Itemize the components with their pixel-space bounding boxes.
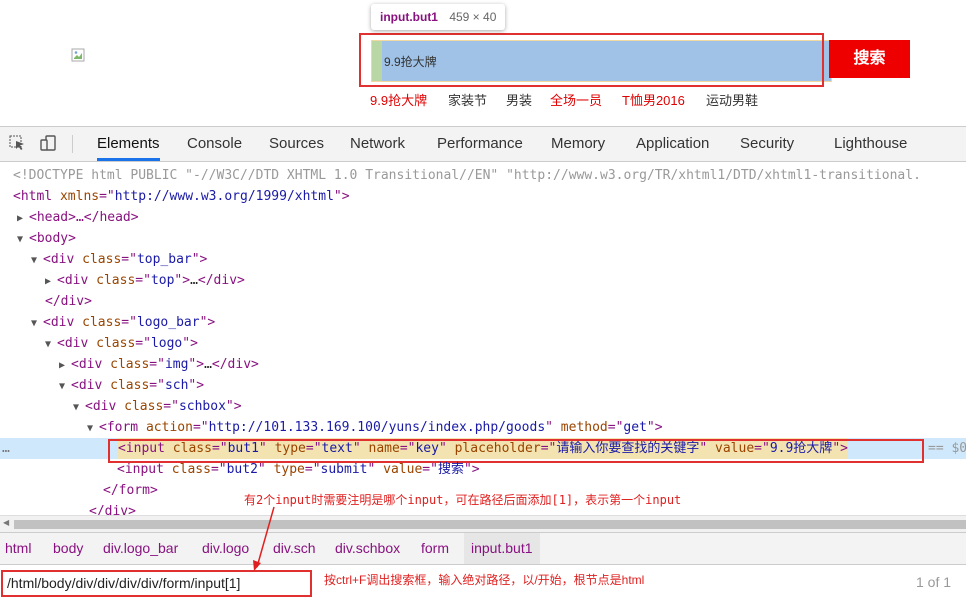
attr-value: http://101.133.169.100/yuns/index.php/go… xyxy=(208,420,546,435)
doctype-text: <!DOCTYPE html PUBLIC "-//W3C//DTD XHTML… xyxy=(13,168,921,183)
tree-line-top[interactable]: ▶ <div class="top">…</div> xyxy=(0,270,966,291)
highlight-search-input xyxy=(359,33,824,87)
attr-value: logo xyxy=(150,336,183,351)
expand-triangle-icon[interactable]: ▶ xyxy=(17,208,29,229)
attr-value: top_bar xyxy=(136,252,192,267)
row-menu-dots[interactable]: … xyxy=(2,438,10,459)
tab-console[interactable]: Console xyxy=(187,127,242,161)
collapse-triangle-icon[interactable]: ▼ xyxy=(31,313,43,334)
tree-line-logo-bar[interactable]: ▼ <div class="logo_bar"> xyxy=(0,312,966,333)
element-tooltip: input.but1 459 × 40 xyxy=(371,4,506,30)
tooltip-selector: input.but1 xyxy=(380,10,438,24)
breadcrumb: html body div.logo_bar div.logo div.sch … xyxy=(0,532,966,564)
breadcrumb-item[interactable]: html xyxy=(5,533,31,564)
breadcrumb-item-selected[interactable]: input.but1 xyxy=(464,533,540,564)
tab-elements[interactable]: Elements xyxy=(97,127,160,161)
expand-triangle-icon[interactable]: ▶ xyxy=(59,355,71,376)
attr-value: submit xyxy=(320,462,368,477)
ellipsis: … xyxy=(204,357,212,372)
tree-line-body[interactable]: ▼ <body> xyxy=(0,228,966,249)
tab-security[interactable]: Security xyxy=(740,127,794,161)
tree-line-doctype[interactable]: <!DOCTYPE html PUBLIC "-//W3C//DTD XHTML… xyxy=(0,165,966,186)
tab-memory[interactable]: Memory xyxy=(551,127,605,161)
toolbar-divider xyxy=(72,135,73,153)
attr-value: sch xyxy=(164,378,189,393)
ellipsis: … xyxy=(190,273,198,288)
breadcrumb-item[interactable]: div.schbox xyxy=(335,533,400,564)
attr-value: 搜索 xyxy=(437,462,464,477)
inspect-element-icon[interactable] xyxy=(9,135,25,151)
tree-line-input2[interactable]: <input class="but2" type="submit" value=… xyxy=(0,459,966,480)
tree-line-sch[interactable]: ▼ <div class="sch"> xyxy=(0,375,966,396)
scroll-left-icon[interactable]: ◀ xyxy=(3,518,9,527)
hot-link[interactable]: 9.9抢大牌 xyxy=(370,90,427,109)
tab-lighthouse[interactable]: Lighthouse xyxy=(834,127,907,161)
tab-application[interactable]: Application xyxy=(636,127,709,161)
scrollbar-thumb[interactable] xyxy=(14,520,966,529)
tab-sources[interactable]: Sources xyxy=(269,127,324,161)
tooltip-size: 459 × 40 xyxy=(449,10,497,24)
tree-line-logo[interactable]: ▼ <div class="logo"> xyxy=(0,333,966,354)
hot-link[interactable]: 运动男鞋 xyxy=(706,90,758,109)
breadcrumb-item[interactable]: div.logo xyxy=(202,533,249,564)
tab-performance[interactable]: Performance xyxy=(437,127,523,161)
collapse-triangle-icon[interactable]: ▼ xyxy=(59,376,71,397)
tree-line-head[interactable]: ▶ <head>…</head> xyxy=(0,207,966,228)
tag-name: body xyxy=(36,231,69,246)
annotation-note-1: 有2个input时需要注明是哪个input，可在路径后面添加[1]，表示第一个i… xyxy=(244,491,682,508)
tree-line-schbox[interactable]: ▼ <div class="schbox"> xyxy=(0,396,966,417)
tree-line-html[interactable]: <html xmlns="http://www.w3.org/1999/xhtm… xyxy=(0,186,966,207)
attr-name: xmlns xyxy=(59,189,100,204)
find-bar: /html/body/div/div/div/div/form/input[1]… xyxy=(0,564,966,603)
tree-line-img[interactable]: ▶ <div class="img">…</div> xyxy=(0,354,966,375)
tree-line-top-bar[interactable]: ▼ <div class="top_bar"> xyxy=(0,249,966,270)
expand-triangle-icon[interactable]: ▶ xyxy=(45,271,57,292)
hot-link[interactable]: 家装节 xyxy=(448,90,487,109)
annotation-note-2: 按ctrl+F调出搜索框，输入绝对路径，以/开始，根节点是html xyxy=(324,573,645,587)
tree-line-form[interactable]: ▼ <form action="http://101.133.169.100/yu… xyxy=(0,417,966,438)
page-viewport: 9.9抢大牌 搜索 input.but1 459 × 40 9.9抢大牌 家装节… xyxy=(0,0,966,125)
tab-network[interactable]: Network xyxy=(350,127,405,161)
hot-link[interactable]: 全场一员 xyxy=(550,90,602,109)
collapse-triangle-icon[interactable]: ▼ xyxy=(87,418,99,439)
tag-name: html xyxy=(20,189,53,204)
collapse-triangle-icon[interactable]: ▼ xyxy=(17,229,29,250)
breadcrumb-item[interactable]: div.logo_bar xyxy=(103,533,178,564)
breadcrumb-item[interactable]: body xyxy=(53,533,83,564)
horizontal-scrollbar[interactable]: ◀ xyxy=(0,515,966,533)
attr-value: http://www.w3.org/1999/xhtml xyxy=(114,189,334,204)
hot-link[interactable]: 男装 xyxy=(506,90,532,109)
head-text: <head>…</head> xyxy=(29,210,139,225)
attr-value: top xyxy=(150,273,175,288)
search-button[interactable]: 搜索 xyxy=(829,40,910,78)
attr-value: get xyxy=(623,420,647,435)
devtools-tabbar: Elements Console Sources Network Perform… xyxy=(0,126,966,162)
attr-value: but2 xyxy=(226,462,258,477)
breadcrumb-item[interactable]: form xyxy=(421,533,449,564)
broken-image-icon xyxy=(71,48,85,62)
collapse-triangle-icon[interactable]: ▼ xyxy=(73,397,85,418)
selected-node-marker: == $0 xyxy=(928,441,966,456)
tree-line-close-div[interactable]: </div> xyxy=(0,291,966,312)
device-toolbar-icon[interactable] xyxy=(40,135,56,151)
hot-link[interactable]: T恤男2016 xyxy=(622,90,685,109)
attr-value: img xyxy=(164,357,189,372)
attr-value: schbox xyxy=(178,399,226,414)
dom-tree: <!DOCTYPE html PUBLIC "-//W3C//DTD XHTML… xyxy=(0,162,966,515)
collapse-triangle-icon[interactable]: ▼ xyxy=(45,334,57,355)
annotation-arrow-icon xyxy=(253,506,275,571)
match-count: 1 of 1 xyxy=(916,574,952,590)
attr-value: logo_bar xyxy=(136,315,200,330)
collapse-triangle-icon[interactable]: ▼ xyxy=(31,250,43,271)
